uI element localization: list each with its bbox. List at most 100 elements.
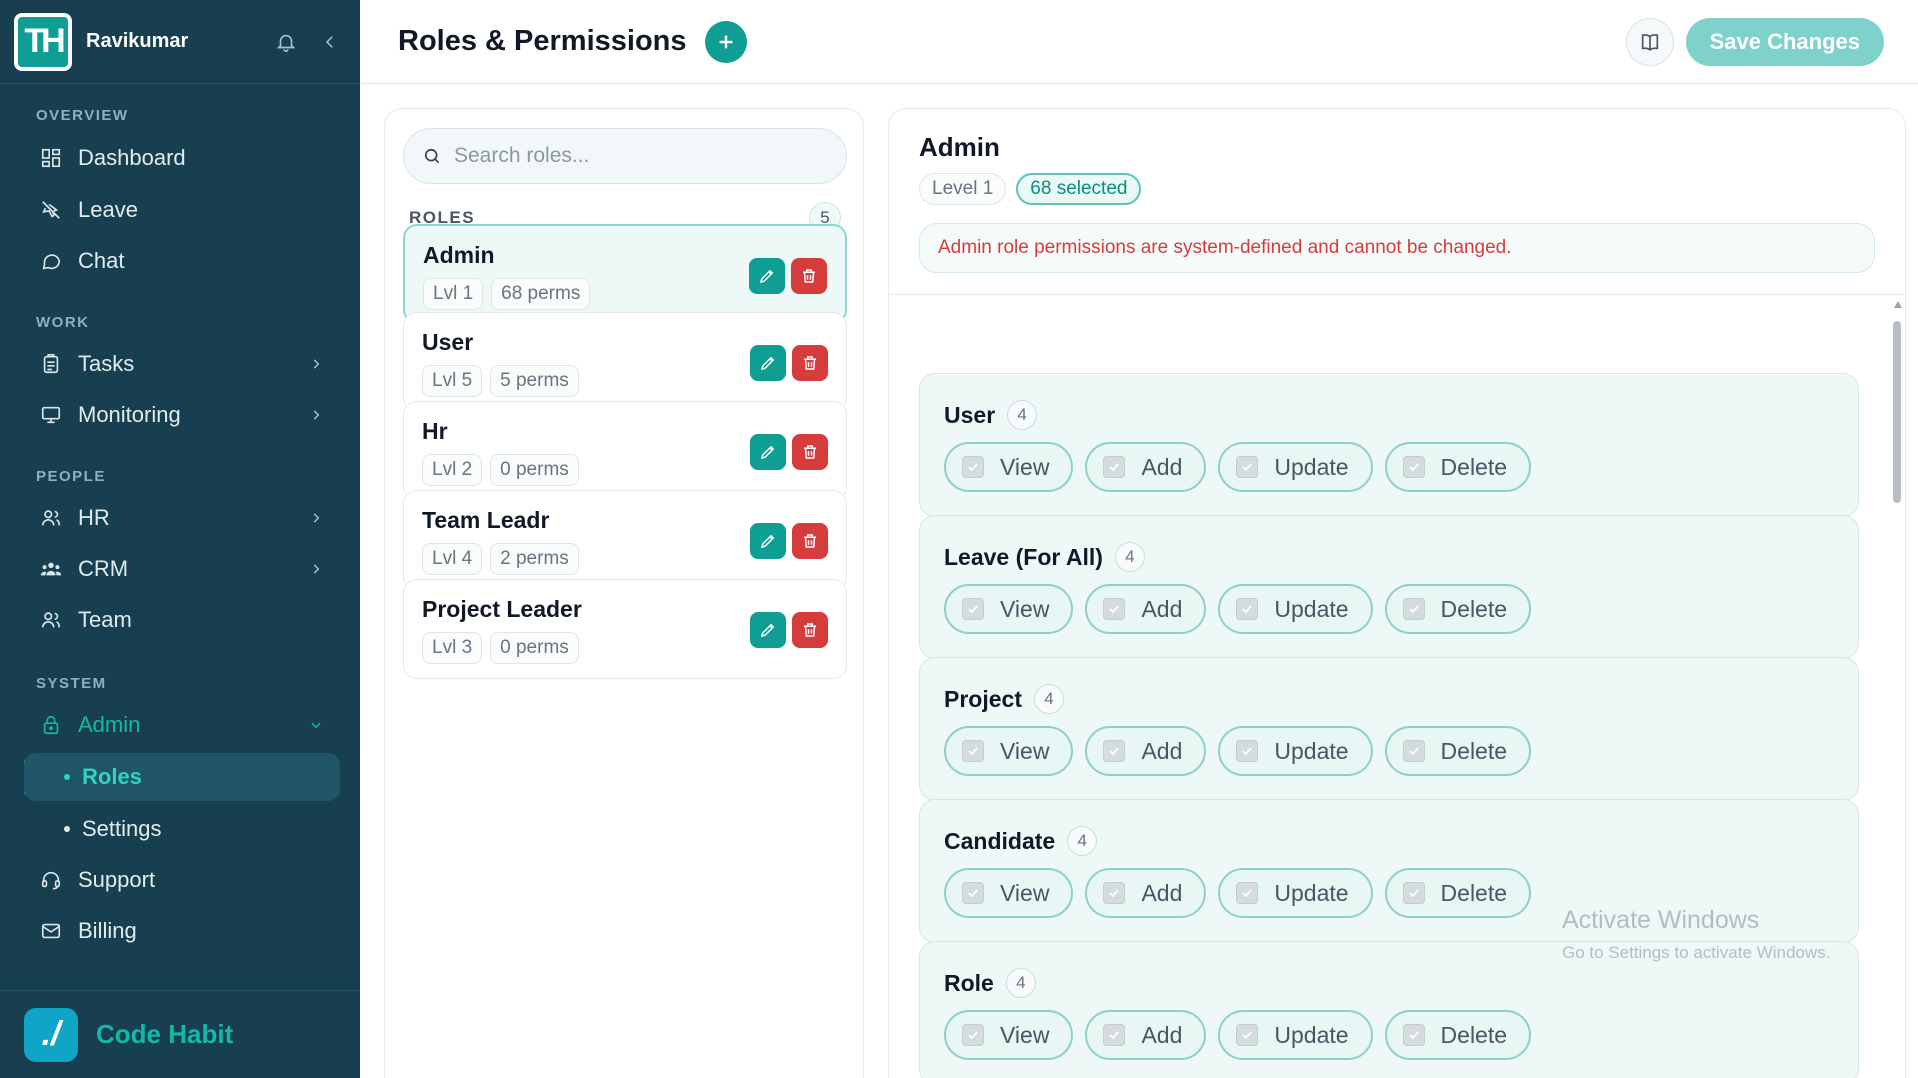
add-role-button[interactable] [704,20,747,63]
checkbox-icon[interactable] [1402,598,1425,620]
permission-toggle[interactable]: View [944,868,1074,918]
module-name: Candidate [944,827,1056,854]
checkbox-icon[interactable] [1103,882,1126,904]
role-card[interactable]: User Lvl 55 perms [403,312,847,412]
checkbox-icon[interactable] [1103,456,1126,478]
module-header: Role 4 [944,968,1036,998]
collapse-sidebar-icon[interactable] [314,26,346,58]
delete-role-button[interactable] [792,523,828,559]
role-card[interactable]: Team Leadr Lvl 42 perms [403,490,847,590]
checkbox-icon[interactable] [1402,882,1425,904]
role-perms-tag: 0 perms [490,454,579,486]
checkbox-icon[interactable] [1103,740,1126,762]
sidebar-item-leave[interactable]: Leave [24,186,340,234]
dashboard-icon [38,145,64,171]
search-box[interactable] [403,128,847,184]
edit-role-button[interactable] [749,258,785,294]
permission-toggle[interactable]: View [944,584,1074,634]
docs-button[interactable] [1625,17,1674,66]
module-count-badge: 4 [1005,968,1036,998]
checkbox-icon[interactable] [1103,598,1126,620]
user-name: Ravikumar [86,30,189,52]
logo-letters: TH [18,16,68,67]
checkbox-icon[interactable] [1402,456,1425,478]
search-input[interactable] [454,144,814,168]
role-tags: Lvl 30 perms [422,632,579,664]
sidebar-item-support[interactable]: Support [24,856,340,904]
checkbox-icon[interactable] [962,456,984,478]
module-name: User [944,401,996,428]
checkbox-icon[interactable] [962,1024,984,1046]
checkbox-icon[interactable] [1236,882,1259,904]
sidebar-item-chat[interactable]: Chat [24,237,340,285]
checkbox-icon[interactable] [962,740,984,762]
permission-toggle[interactable]: Add [1085,442,1207,492]
save-changes-button[interactable]: Save Changes [1685,17,1884,66]
role-card[interactable]: Admin Lvl 1 68 perms [403,224,847,324]
permission-toggle[interactable]: View [944,442,1074,492]
checkbox-icon[interactable] [1402,1024,1425,1046]
bell-icon[interactable] [270,26,302,58]
sidebar-item-hr[interactable]: HR [24,494,340,542]
pencil-icon [760,445,775,460]
role-card[interactable]: Project Leader Lvl 30 perms [403,579,847,679]
module-count-badge: 4 [1007,400,1038,430]
trash-icon [804,445,816,459]
permission-toggle[interactable]: Add [1085,868,1207,918]
permission-toggle[interactable]: Add [1085,726,1207,776]
delete-role-button[interactable] [791,258,827,294]
role-card[interactable]: Hr Lvl 20 perms [403,401,847,501]
checkbox-icon[interactable] [962,598,984,620]
delete-role-button[interactable] [792,345,828,381]
sidebar-item-roles[interactable]: Roles [24,753,340,801]
trash-icon [804,623,816,637]
permission-toggle[interactable]: Delete [1384,726,1532,776]
sidebar-item-tasks[interactable]: Tasks [24,340,340,388]
checkbox-icon[interactable] [1402,740,1425,762]
checkbox-icon[interactable] [1103,1024,1126,1046]
checkbox-icon[interactable] [1236,456,1259,478]
edit-role-button[interactable] [750,434,786,470]
app-logo[interactable]: TH [14,12,72,71]
permission-toggle[interactable]: View [944,1010,1074,1060]
plus-icon [719,35,732,48]
section-people: PEOPLE [36,468,106,485]
checkbox-icon[interactable] [962,882,984,904]
sidebar-item-billing[interactable]: Billing [24,907,340,955]
scroll-up-arrow-icon[interactable] [1894,301,1902,308]
delete-role-button[interactable] [792,434,828,470]
sidebar-item-crm[interactable]: CRM [24,545,340,593]
edit-role-button[interactable] [750,345,786,381]
sidebar-item-label: Dashboard [78,145,186,170]
permission-toggle[interactable]: Update [1218,584,1373,634]
permission-toggle[interactable]: Delete [1384,584,1532,634]
delete-role-button[interactable] [792,612,828,648]
scrollbar-thumb[interactable] [1893,321,1901,503]
permission-row: View Add Update Delete [944,442,1532,492]
permission-toggle[interactable]: View [944,726,1074,776]
checkbox-icon[interactable] [1236,740,1259,762]
permission-toggle[interactable]: Update [1218,868,1373,918]
checkbox-icon[interactable] [1236,598,1259,620]
page-title: Roles & Permissions [398,25,687,57]
sidebar-item-dashboard[interactable]: Dashboard [24,134,340,182]
scrollbar[interactable] [1889,297,1905,1078]
permission-toggle[interactable]: Update [1218,442,1373,492]
permission-toggle[interactable]: Update [1218,726,1373,776]
permission-toggle[interactable]: Delete [1384,868,1532,918]
edit-role-button[interactable] [750,523,786,559]
sidebar-item-team[interactable]: Team [24,596,340,644]
permission-toggle[interactable]: Delete [1384,442,1532,492]
checkbox-icon[interactable] [1236,1024,1259,1046]
edit-role-button[interactable] [750,612,786,648]
permission-toggle[interactable]: Add [1085,584,1207,634]
permission-toggle[interactable]: Update [1218,1010,1373,1060]
permission-toggle[interactable]: Delete [1384,1010,1532,1060]
search-icon [424,148,440,164]
section-system: SYSTEM [36,675,107,692]
permission-toggle[interactable]: Add [1085,1010,1207,1060]
sidebar-item-monitoring[interactable]: Monitoring [24,391,340,439]
sidebar-item-settings[interactable]: Settings [24,805,340,853]
sidebar-item-admin[interactable]: Admin [24,701,340,749]
role-actions [750,612,828,648]
